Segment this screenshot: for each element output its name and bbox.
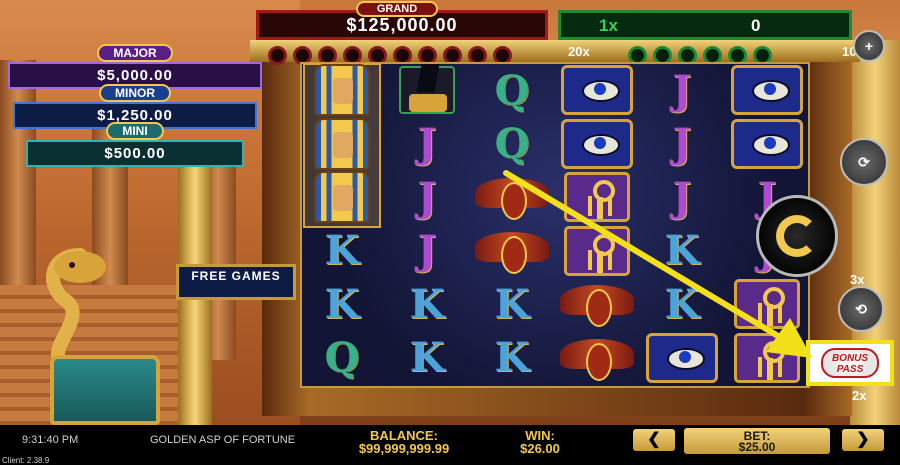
client-version: Client: 2.38.9 <box>2 456 50 465</box>
bet-value: $25.00 <box>738 440 776 454</box>
clock: 9:31:40 PM <box>22 434 79 446</box>
game-title: GOLDEN ASP OF FORTUNE <box>150 434 296 446</box>
win-value: $26.00 <box>520 441 560 456</box>
chevron-left-icon: ❮ <box>647 431 661 448</box>
bottom-bar: 9:31:40 PM GOLDEN ASP OF FORTUNE BALANCE… <box>0 425 900 465</box>
chevron-right-icon: ❯ <box>856 431 870 448</box>
bet-display: BET: $25.00 <box>684 428 830 454</box>
balance-value: $99,999,999.99 <box>358 441 450 456</box>
tutorial-arrow-icon <box>503 170 812 358</box>
increase-bet-button[interactable]: ❯ <box>842 429 884 451</box>
decrease-bet-button[interactable]: ❮ <box>633 429 675 451</box>
game-stage: MAJOR $5,000.00 MINOR $1,250.00 MINI $50… <box>0 0 900 465</box>
